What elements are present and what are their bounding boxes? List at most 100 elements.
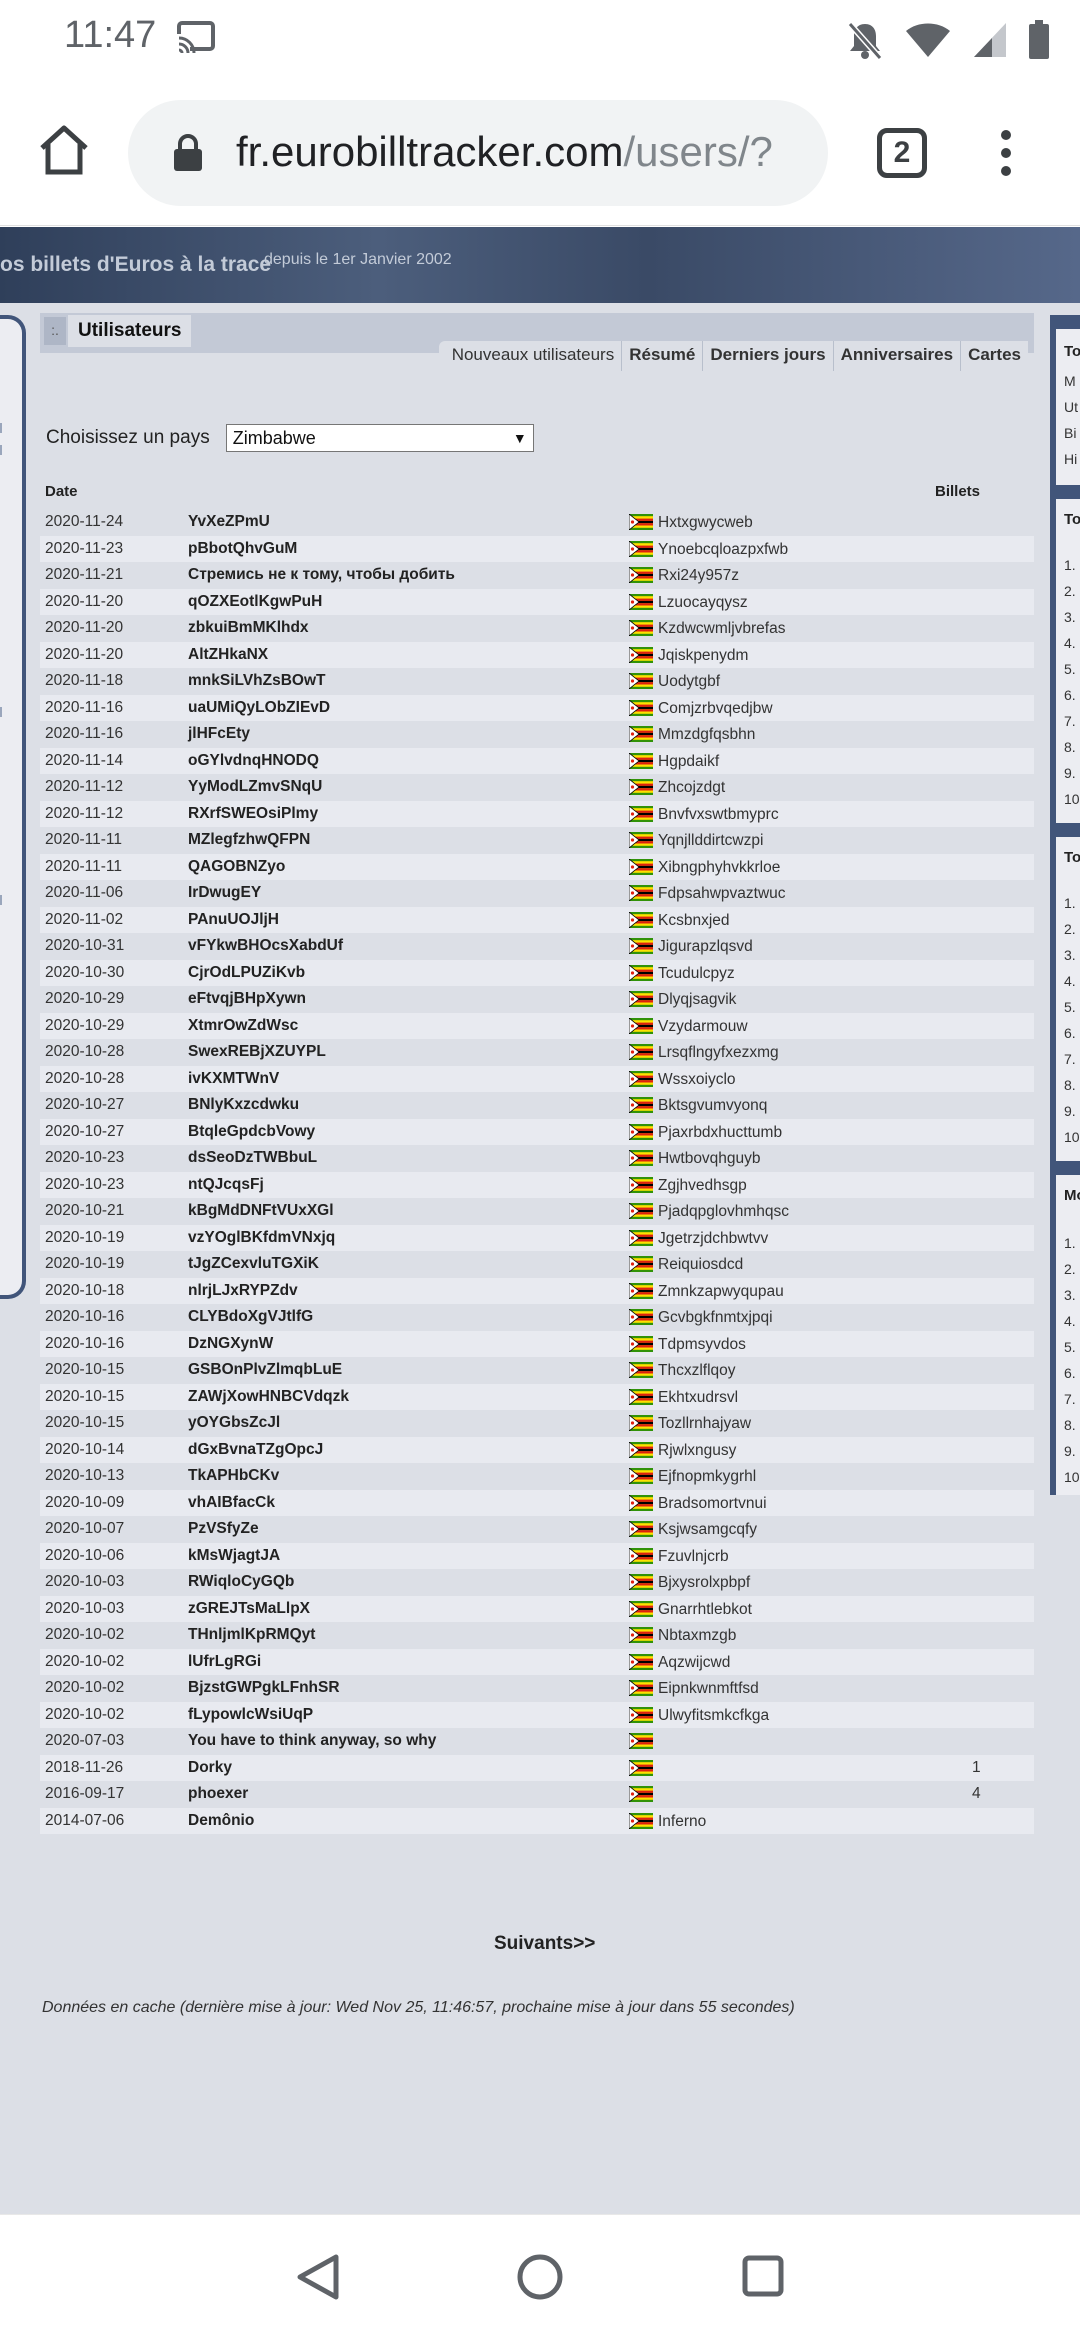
subnav-resume[interactable]: Résumé: [621, 341, 702, 371]
row-username[interactable]: fLypowlcWsiUqP: [188, 1706, 313, 1724]
row-username[interactable]: XtmrOwZdWsc: [188, 1017, 298, 1035]
row-username[interactable]: THnljmlKpRMQyt: [188, 1626, 315, 1644]
row-username[interactable]: vFYkwBHOcsXabdUf: [188, 937, 343, 955]
tab-switcher-button[interactable]: 2: [877, 128, 927, 178]
row-username[interactable]: BtqleGpdcbVowy: [188, 1123, 315, 1141]
row-username[interactable]: vhAIBfacCk: [188, 1494, 275, 1512]
row-username[interactable]: TkAPHbCKv: [188, 1467, 279, 1485]
row-username[interactable]: kMsWjagtJA: [188, 1547, 280, 1565]
subnav-nouveaux-utilisateurs[interactable]: Nouveaux utilisateurs: [445, 341, 622, 371]
row-date: 2020-10-16: [45, 1308, 125, 1325]
row-date: 2020-10-02: [45, 1652, 125, 1670]
row-username[interactable]: oGYlvdnqHNODQ: [188, 752, 319, 770]
row-username[interactable]: kBgMdDNFtVUxXGl: [188, 1202, 334, 1220]
row-username[interactable]: yOYGbsZcJl: [188, 1414, 280, 1432]
zimbabwe-flag-icon: [628, 1440, 653, 1459]
zimbabwe-flag-icon: [628, 937, 653, 955]
row-username[interactable]: RWiqloCyGQb: [188, 1573, 294, 1591]
row-date: 2020-11-11: [45, 857, 122, 875]
row-username[interactable]: QAGOBNZyo: [188, 858, 285, 876]
row-username[interactable]: PzVSfyZe: [188, 1520, 259, 1538]
row-username[interactable]: PAnuUOJljH: [188, 911, 279, 929]
row-username[interactable]: zbkuiBmMKlhdx: [188, 619, 309, 637]
table-row: 2020-10-28 SwexREBjXZUYPL Lrsqflngyfxezxmg: [40, 1039, 1034, 1066]
row-username[interactable]: ntQJcqsFj: [188, 1176, 264, 1194]
row-username[interactable]: Стремись не к тому, чтобы добить: [188, 566, 455, 584]
row-location: Rxi24y957z: [658, 567, 739, 584]
table-row: 2020-10-14 dGxBvnaTZgOpcJ Rjwlxngusy: [40, 1436, 1034, 1463]
row-username[interactable]: eFtvqjBHpXywn: [188, 990, 306, 1008]
table-row: 2020-11-14 oGYlvdnqHNODQ Hgpdaikf: [40, 747, 1034, 774]
row-date: 2020-10-13: [45, 1467, 125, 1484]
table-row: 2020-11-18 mnkSiLVhZsBOwT Uodytgbf: [40, 668, 1034, 695]
row-username[interactable]: qOZXEotlKgwPuH: [188, 593, 322, 611]
row-location: Pjaxrbdxhucttumb: [658, 1123, 783, 1141]
row-username[interactable]: phoexer: [188, 1785, 248, 1803]
zimbabwe-flag-icon: [628, 1069, 653, 1088]
next-page-link[interactable]: Suivants>>: [494, 1933, 595, 1955]
subnav-anniversaires[interactable]: Anniversaires: [832, 341, 960, 371]
row-username[interactable]: CjrOdLPUZiKvb: [188, 964, 305, 982]
row-username[interactable]: Dorky: [188, 1759, 232, 1777]
row-location: Pjadqpglovhmhqsc: [658, 1203, 789, 1220]
row-username[interactable]: YyModLZmvSNqU: [188, 778, 322, 796]
subnav-derniers-jours[interactable]: Derniers jours: [702, 341, 832, 371]
row-username[interactable]: MZlegfzhwQFPN: [188, 831, 310, 849]
home-nav-icon[interactable]: [516, 2253, 564, 2301]
row-location: Kcsbnxjed: [658, 911, 730, 929]
row-username[interactable]: uaUMiQyLObZIEvD: [188, 699, 330, 717]
row-username[interactable]: SwexREBjXZUYPL: [188, 1043, 326, 1061]
row-username[interactable]: AltZHkaNX: [188, 646, 268, 664]
row-username[interactable]: mnkSiLVhZsBOwT: [188, 672, 326, 690]
row-location: Jgetrzjdchbwtvv: [658, 1229, 769, 1247]
zimbabwe-flag-icon: [628, 1652, 653, 1671]
row-username[interactable]: GSBOnPlvZlmqbLuE: [188, 1361, 342, 1379]
dropdown-arrow-icon: ▼: [512, 430, 527, 446]
row-username[interactable]: pBbotQhvGuM: [188, 540, 297, 558]
row-username[interactable]: vzYOglBKfdmVNxjq: [188, 1229, 335, 1247]
row-location: Gcvbgkfnmtxjpqi: [658, 1309, 773, 1326]
row-username[interactable]: RXrfSWEOsiPlmy: [188, 805, 318, 823]
tab-utilisateurs[interactable]: Utilisateurs: [68, 315, 192, 347]
row-date: 2020-11-06: [45, 884, 124, 901]
row-location: Lrsqflngyfxezxmg: [658, 1044, 779, 1061]
row-location: Tcudulcpyz: [658, 964, 735, 982]
row-username[interactable]: zGREJTsMaLlpX: [188, 1600, 310, 1618]
row-username[interactable]: ivKXMTWnV: [188, 1070, 279, 1088]
row-username[interactable]: YvXeZPmU: [188, 513, 270, 531]
row-billets: 1: [972, 1758, 981, 1776]
row-username[interactable]: jlHFcEty: [188, 725, 250, 743]
row-username[interactable]: Demônio: [188, 1812, 254, 1830]
row-username[interactable]: dGxBvnaTZgOpcJ: [188, 1441, 323, 1459]
url-bar[interactable]: fr.eurobilltracker.com/users/?: [128, 100, 828, 206]
row-username[interactable]: DzNGXynW: [188, 1335, 273, 1353]
row-username[interactable]: IrDwugEY: [188, 884, 261, 902]
row-username[interactable]: lUfrLgRGi: [188, 1653, 261, 1671]
row-username[interactable]: tJgZCexvluTGXiK: [188, 1255, 319, 1273]
table-row: 2020-11-23 pBbotQhvGuM Ynoebcqloazpxfwb: [40, 535, 1034, 562]
row-username[interactable]: dsSeoDzTWBbuL: [188, 1149, 317, 1167]
zimbabwe-flag-icon: [628, 645, 653, 664]
row-username[interactable]: CLYBdoXgVJtlfG: [188, 1308, 313, 1326]
row-username[interactable]: BNlyKxzcdwku: [188, 1096, 299, 1114]
country-select[interactable]: Zimbabwe ▼: [225, 424, 534, 452]
row-username[interactable]: You have to think anyway, so why: [188, 1732, 436, 1750]
row-date: 2020-10-28: [45, 1043, 125, 1060]
row-username[interactable]: nlrjLJxRYPZdv: [188, 1282, 298, 1300]
subnav-cartes[interactable]: Cartes: [960, 341, 1028, 371]
recent-apps-icon[interactable]: [742, 2255, 784, 2297]
row-date: 2020-11-12: [45, 778, 124, 795]
column-billets: Billets: [935, 483, 981, 500]
row-location: Tdpmsyvdos: [658, 1335, 746, 1353]
zimbabwe-flag-icon: [628, 1175, 653, 1194]
menu-icon[interactable]: [996, 130, 1016, 176]
table-row: 2020-10-02 BjzstGWPgkLFnhSR Eipnkwnmftfsd: [40, 1675, 1034, 1702]
row-username[interactable]: ZAWjXowHNBCVdqzk: [188, 1388, 349, 1406]
back-icon[interactable]: [296, 2253, 340, 2301]
row-username[interactable]: BjzstGWPgkLFnhSR: [188, 1679, 340, 1697]
zimbabwe-flag-icon: [628, 1732, 653, 1750]
zimbabwe-flag-icon: [628, 1281, 653, 1300]
wifi-icon: [906, 23, 950, 57]
home-icon[interactable]: [36, 122, 92, 178]
android-nav-bar: [0, 2214, 1080, 2340]
